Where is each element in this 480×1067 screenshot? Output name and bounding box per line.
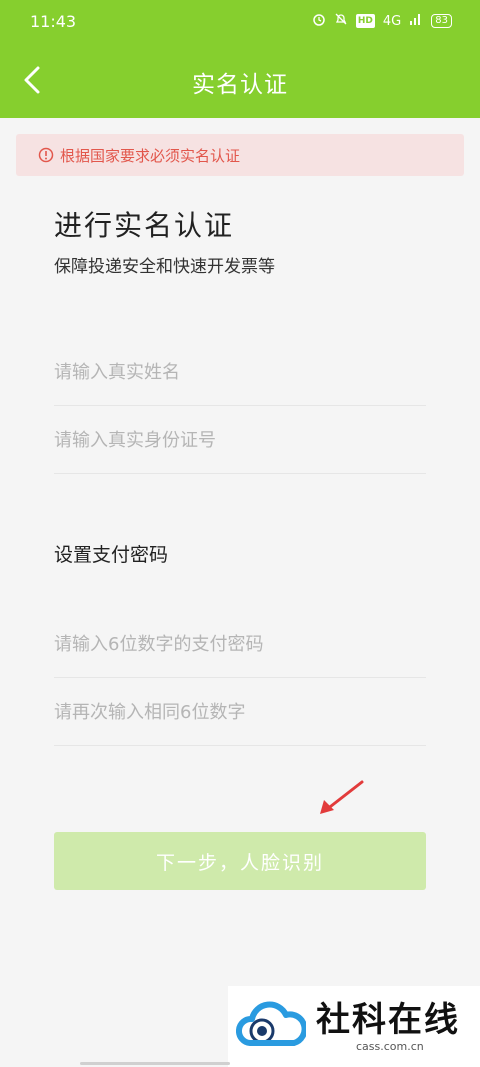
- site-watermark: 社科在线 cass.com.cn: [228, 986, 480, 1067]
- nav-bar: 实名认证: [0, 42, 480, 118]
- status-time: 11:43: [30, 11, 77, 31]
- next-face-recognition-button[interactable]: 下一步，人脸识别: [54, 832, 426, 890]
- form-heading: 进行实名认证: [54, 209, 235, 242]
- signal-icon: [409, 13, 423, 29]
- watermark-text: 社科在线 cass.com.cn: [316, 1000, 460, 1053]
- id-number-input[interactable]: [54, 408, 426, 473]
- watermark-domain: cass.com.cn: [356, 1040, 424, 1053]
- verification-notice-text: 根据国家要求必须实名认证: [60, 146, 241, 165]
- pointer-arrow-icon: [312, 778, 368, 822]
- alarm-icon: [312, 12, 326, 30]
- cloud-logo-icon: [236, 997, 308, 1057]
- pay-password-confirm-input[interactable]: [54, 680, 426, 745]
- watermark-name: 社科在线: [316, 1000, 460, 1040]
- password-section-label: 设置支付密码: [54, 544, 169, 566]
- home-indicator: [80, 1062, 230, 1065]
- alert-circle-icon: [38, 147, 54, 163]
- verification-notice: 根据国家要求必须实名认证: [16, 134, 464, 176]
- pay-password-field: [54, 612, 426, 678]
- id-number-field: [54, 408, 426, 474]
- page-title: 实名认证: [192, 72, 288, 98]
- pay-password-input[interactable]: [54, 612, 426, 677]
- mute-bell-icon: [334, 12, 348, 30]
- real-name-input[interactable]: [54, 340, 426, 405]
- form-card: 根据国家要求必须实名认证 进行实名认证 保障投递安全和快速开发票等 设置支付密码…: [0, 118, 480, 1067]
- battery-indicator: 83: [431, 14, 452, 28]
- status-icons: HD 4G 83: [312, 12, 452, 30]
- status-bar: 11:43 HD 4G 83: [0, 0, 480, 42]
- pay-password-confirm-field: [54, 680, 426, 746]
- form-subheading: 保障投递安全和快速开发票等: [54, 257, 275, 277]
- real-name-field: [54, 340, 426, 406]
- network-label: 4G: [382, 13, 402, 29]
- hd-badge: HD: [355, 14, 375, 28]
